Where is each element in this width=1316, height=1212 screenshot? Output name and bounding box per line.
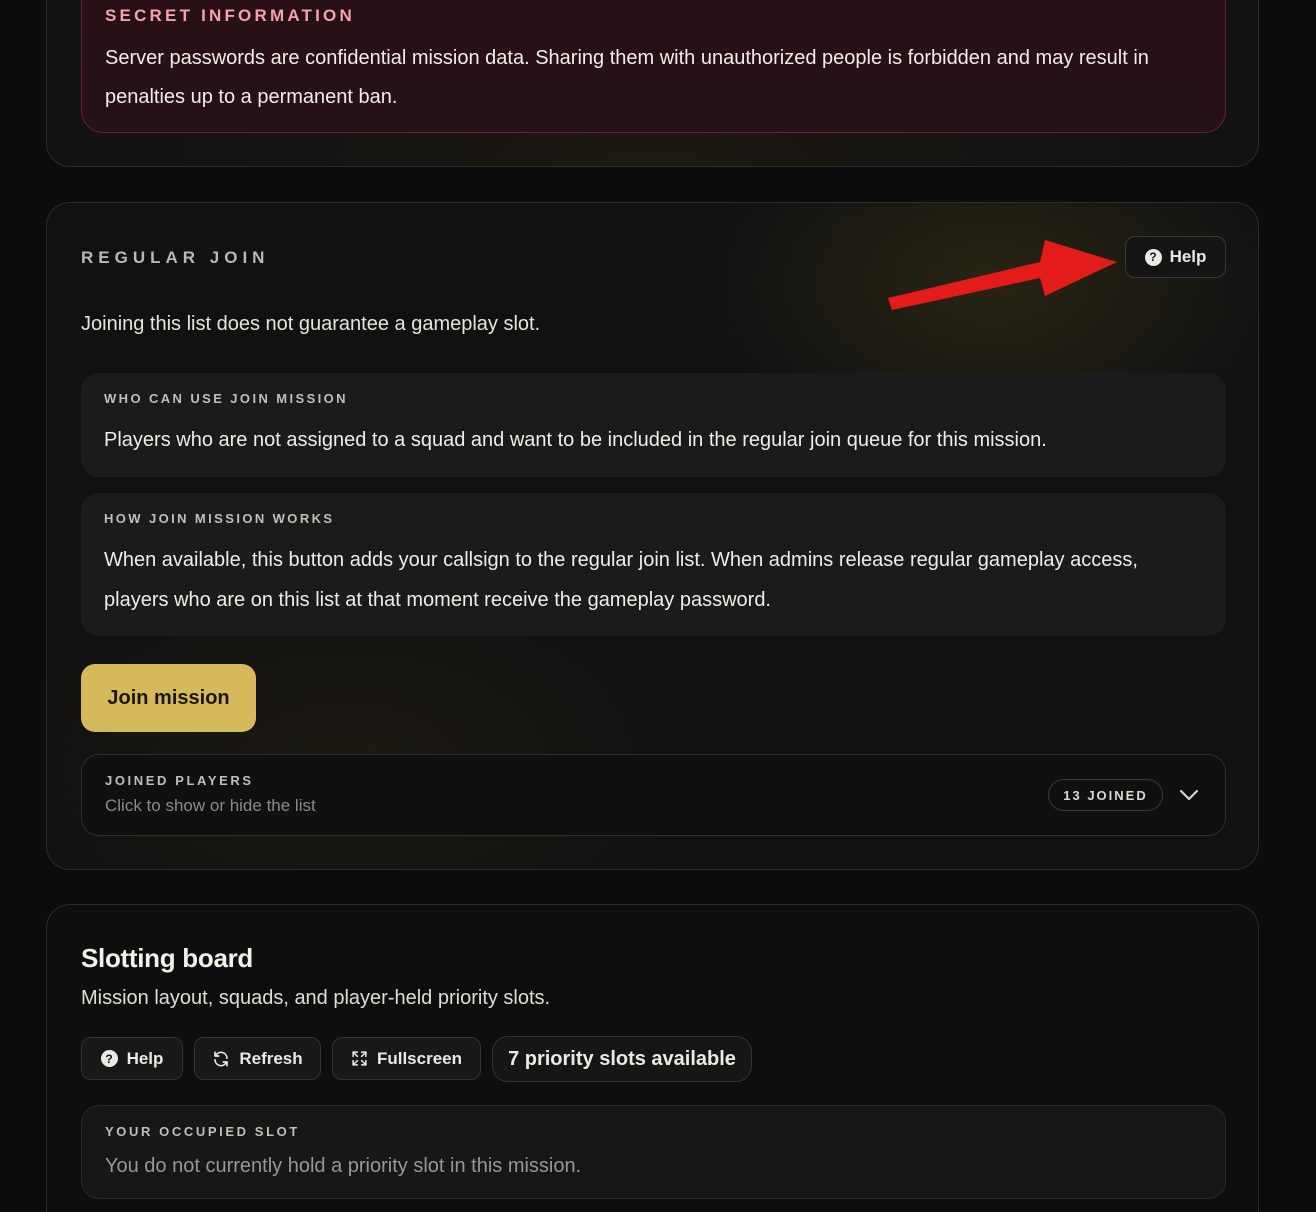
how-it-works-box: HOW JOIN MISSION WORKS When available, t… (81, 493, 1226, 636)
occupied-slot-text: You do not currently hold a priority slo… (105, 1155, 582, 1177)
fullscreen-label: Fullscreen (376, 1048, 463, 1068)
slotting-help-button[interactable]: ? Help (81, 1037, 183, 1080)
occupied-slot-box: YOUR OCCUPIED SLOT You do not currently … (81, 1105, 1226, 1199)
who-can-use-text: Players who are not assigned to a squad … (104, 429, 1047, 451)
slotting-help-label: Help (126, 1048, 164, 1068)
expand-icon (352, 1051, 367, 1066)
secret-card: SECRET INFORMATION Server passwords are … (46, 0, 1259, 167)
join-mission-button[interactable]: Join mission (81, 664, 256, 732)
question-circle-icon: ? (1144, 248, 1162, 266)
join-subtitle: Joining this list does not guarantee a g… (81, 313, 541, 335)
refresh-icon (214, 1050, 229, 1067)
fullscreen-button[interactable]: Fullscreen (332, 1037, 481, 1080)
secret-title: SECRET INFORMATION (105, 6, 355, 25)
question-circle-icon: ? (100, 1050, 118, 1067)
slotting-board-title: Slotting board (81, 943, 253, 973)
secret-alert: SECRET INFORMATION Server passwords are … (81, 0, 1226, 133)
who-can-use-label: WHO CAN USE JOIN MISSION (104, 391, 348, 406)
joined-count-badge: 13 JOINED (1048, 779, 1163, 811)
joined-players-toggle[interactable]: JOINED PLAYERS Click to show or hide the… (81, 754, 1226, 836)
chevron-down-icon[interactable] (1177, 783, 1201, 807)
slotting-board-card: Slotting board Mission layout, squads, a… (46, 904, 1259, 1212)
refresh-label: Refresh (239, 1048, 303, 1068)
joined-players-hint: Click to show or hide the list (105, 796, 316, 815)
section-title: REGULAR JOIN (81, 248, 270, 267)
occupied-slot-label: YOUR OCCUPIED SLOT (105, 1124, 300, 1139)
secret-text: Server passwords are confidential missio… (105, 47, 1149, 108)
how-it-works-text: When available, this button adds your ca… (104, 549, 1138, 611)
joined-players-label: JOINED PLAYERS (105, 773, 254, 788)
who-can-use-box: WHO CAN USE JOIN MISSION Players who are… (81, 373, 1226, 477)
slotting-board-subtitle: Mission layout, squads, and player-held … (81, 987, 551, 1009)
priority-slots-badge: 7 priority slots available (492, 1036, 752, 1082)
refresh-button[interactable]: Refresh (194, 1037, 321, 1080)
how-it-works-label: HOW JOIN MISSION WORKS (104, 511, 335, 526)
help-label: Help (1169, 247, 1207, 266)
red-arrow-icon (888, 240, 1117, 310)
help-button[interactable]: ? Help (1125, 236, 1226, 278)
page: SECRET INFORMATION Server passwords are … (0, 0, 1316, 1212)
